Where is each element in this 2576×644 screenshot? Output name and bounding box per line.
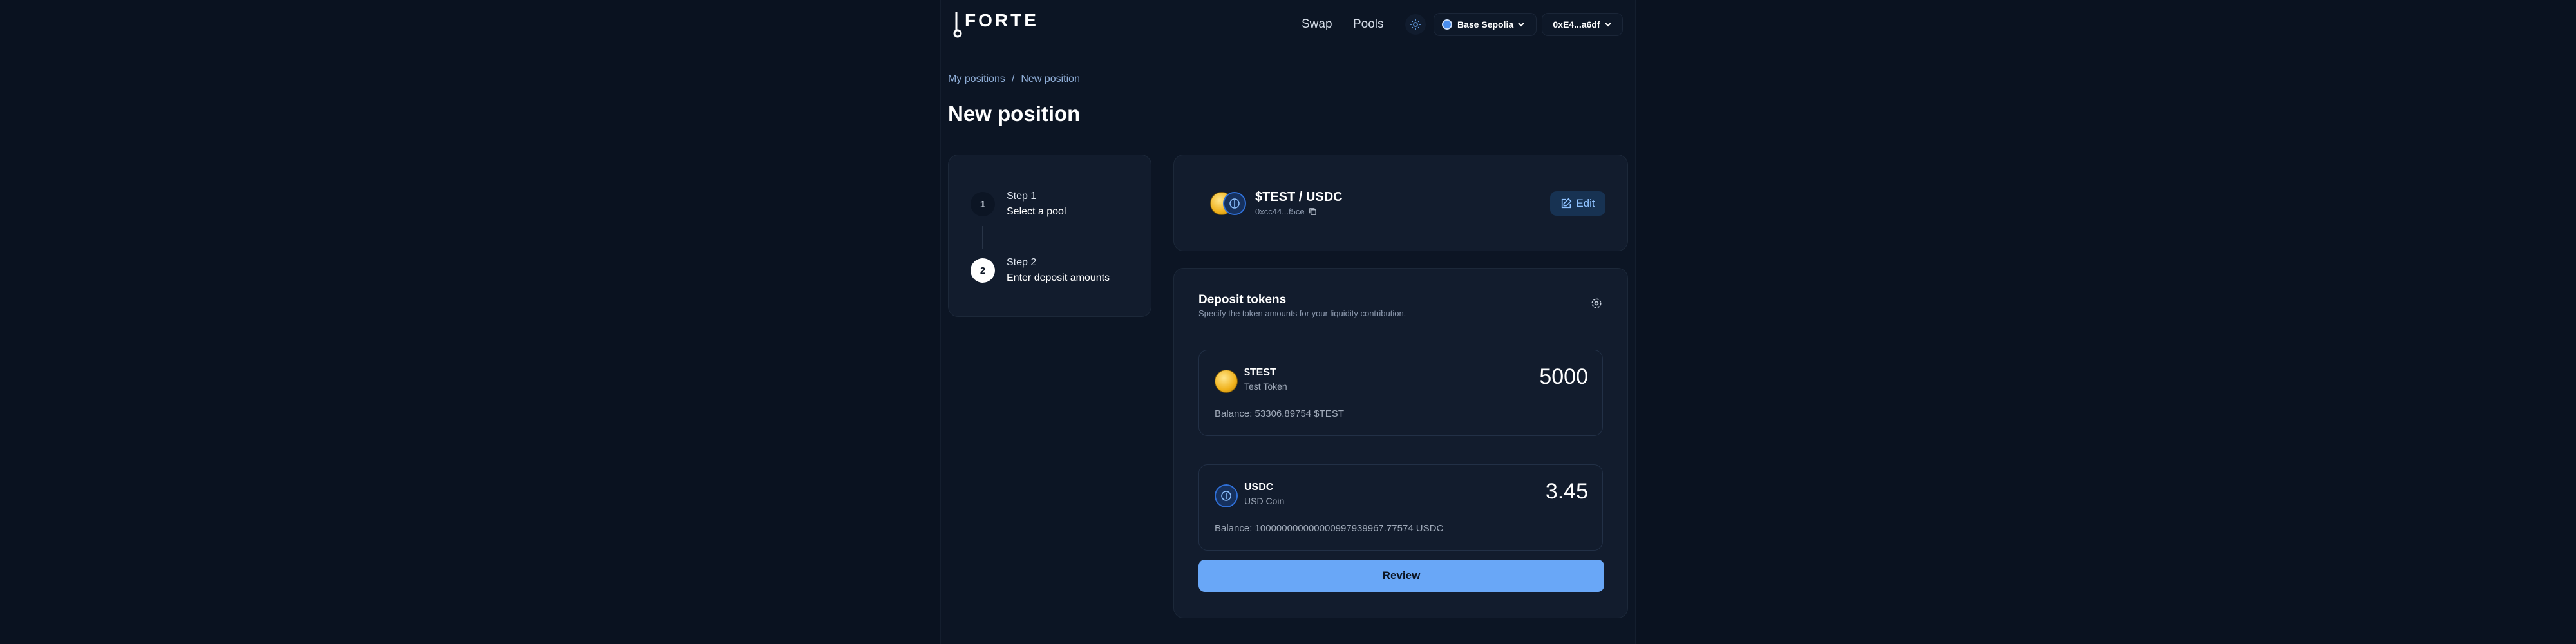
test-amount-input[interactable]: 5000 <box>1539 365 1588 390</box>
usdc-symbol-icon <box>1221 491 1231 501</box>
test-token-icon <box>1215 370 1238 393</box>
edit-pool-button[interactable]: Edit <box>1550 191 1605 216</box>
token-symbol: $TEST <box>1244 367 1276 378</box>
step-2-description: Enter deposit amounts <box>1007 272 1110 283</box>
forte-logo[interactable]: FORTE <box>953 10 1036 39</box>
logo-text: FORTE <box>965 10 1039 30</box>
deposit-subtitle: Specify the token amounts for your liqui… <box>1198 308 1406 318</box>
network-label: Base Sepolia <box>1457 19 1514 30</box>
sun-icon <box>1410 19 1421 30</box>
usdc-amount-input[interactable]: 3.45 <box>1546 479 1588 504</box>
test-token-input-box[interactable]: $TEST Test Token 5000 Balance: 53306.897… <box>1198 350 1603 436</box>
page-title: New position <box>948 102 1081 126</box>
token-balance: Balance: 100000000000000997939967.77574 … <box>1215 523 1444 534</box>
usdc-token-icon <box>1215 484 1238 507</box>
pool-pair-name: $TEST / USDC <box>1255 190 1343 204</box>
wallet-button[interactable]: 0xE4...a6df <box>1542 13 1623 36</box>
steps-panel: 1 Step 1 Select a pool 2 Step 2 Enter de… <box>948 155 1151 317</box>
wallet-address: 0xE4...a6df <box>1553 19 1600 30</box>
step-2-label: Step 2 <box>1007 257 1037 268</box>
step-2-number: 2 <box>971 258 995 283</box>
gear-icon[interactable] <box>1590 297 1603 310</box>
edit-icon <box>1562 198 1572 209</box>
deposit-title: Deposit tokens <box>1198 293 1287 307</box>
step-1-number: 1 <box>971 192 995 216</box>
edit-label: Edit <box>1576 197 1595 209</box>
base-network-icon <box>1442 19 1452 30</box>
theme-toggle-button[interactable] <box>1405 14 1426 35</box>
chevron-down-icon <box>1518 23 1524 27</box>
token-symbol: USDC <box>1244 482 1274 493</box>
breadcrumb-my-positions[interactable]: My positions <box>948 73 1005 84</box>
usdc-token-input-box[interactable]: USDC USD Coin 3.45 Balance: 100000000000… <box>1198 464 1603 551</box>
pool-address-text: 0xcc44...f5ce <box>1255 207 1305 216</box>
step-1-description: Select a pool <box>1007 206 1066 217</box>
breadcrumb: My positions / New position <box>948 73 1080 85</box>
step-connector <box>982 226 983 249</box>
step-1-label: Step 1 <box>1007 191 1037 202</box>
logo-key-icon <box>953 12 962 38</box>
token-balance: Balance: 53306.89754 $TEST <box>1215 408 1344 419</box>
chevron-down-icon <box>1604 23 1611 27</box>
pool-address: 0xcc44...f5ce <box>1255 207 1317 216</box>
usdc-symbol-icon <box>1229 198 1240 209</box>
copy-icon[interactable] <box>1309 207 1317 216</box>
step-2[interactable]: 2 Step 2 Enter deposit amounts <box>971 257 1110 284</box>
token-name: USD Coin <box>1244 496 1285 506</box>
usdc-token-icon <box>1223 192 1246 215</box>
step-1[interactable]: 1 Step 1 Select a pool <box>971 191 1066 218</box>
breadcrumb-current: New position <box>1021 73 1080 84</box>
breadcrumb-separator: / <box>1011 73 1015 84</box>
review-button[interactable]: Review <box>1198 560 1604 592</box>
nav-swap-link[interactable]: Swap <box>1302 17 1332 32</box>
network-selector[interactable]: Base Sepolia <box>1434 13 1537 36</box>
token-name: Test Token <box>1244 381 1287 392</box>
deposit-tokens-card: Deposit tokens Specify the token amounts… <box>1173 268 1628 618</box>
selected-pool-card: $TEST / USDC 0xcc44...f5ce Edit <box>1173 155 1628 251</box>
nav-pools-link[interactable]: Pools <box>1353 17 1384 32</box>
